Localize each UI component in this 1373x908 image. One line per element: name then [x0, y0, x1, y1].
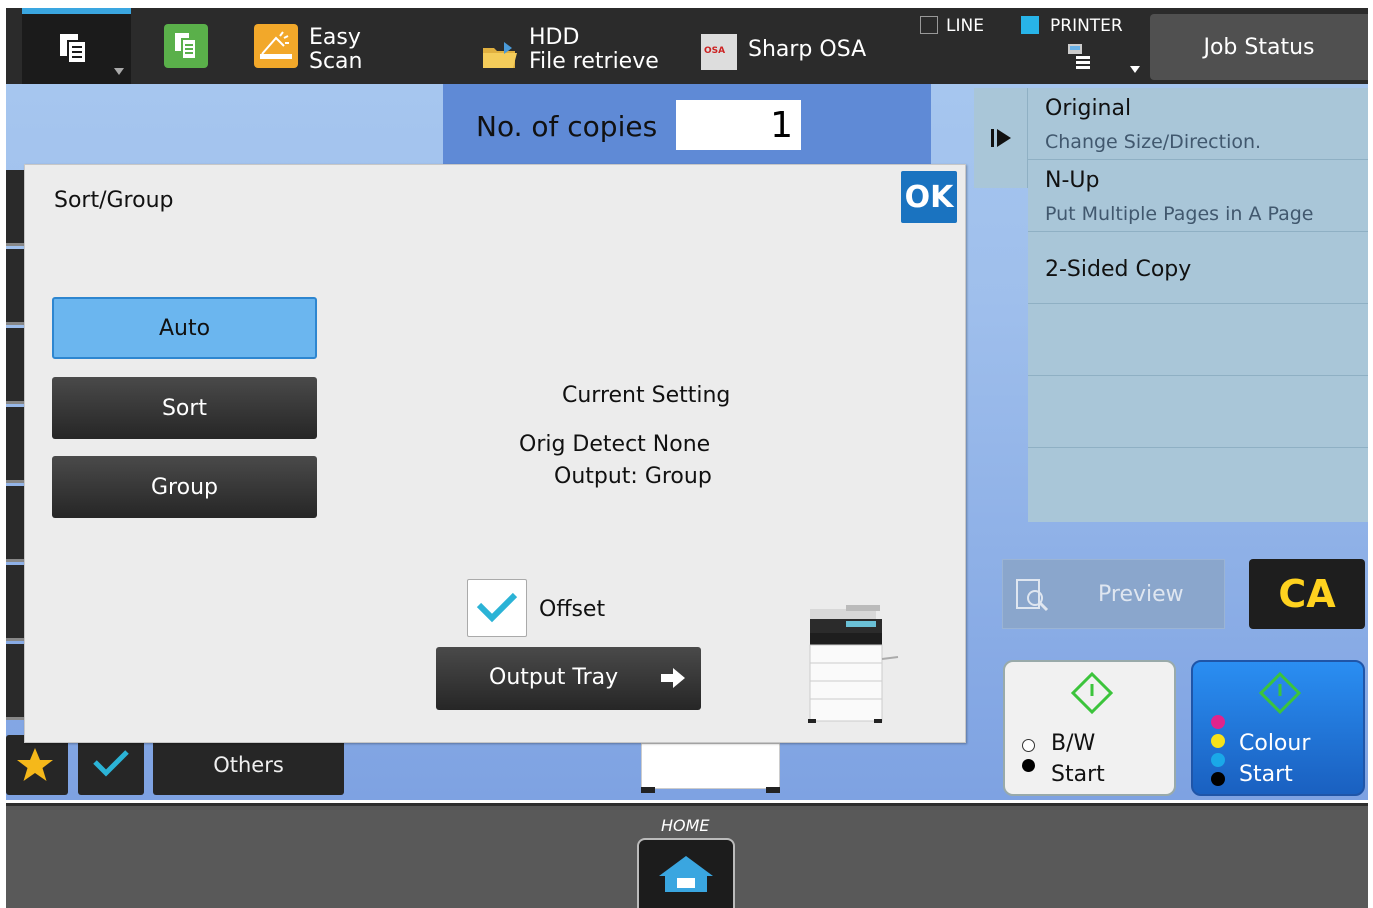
left-edge-tab: [6, 328, 24, 404]
start-diamond-icon: [1259, 672, 1301, 714]
folder-icon: [483, 42, 517, 68]
copy-shortcut-button[interactable]: [164, 24, 208, 68]
copy-icon: [60, 34, 87, 64]
left-edge-tab: [6, 249, 24, 325]
expand-panel-button[interactable]: [974, 88, 1028, 188]
function-item-empty: [1028, 376, 1368, 448]
dialog-title: Sort/Group: [54, 188, 174, 213]
dropdown-arrow-icon: [114, 68, 124, 75]
machine-base-image: [641, 743, 780, 789]
bw-start-button[interactable]: B/W Start: [1003, 660, 1176, 796]
sharp-osa-button[interactable]: Sharp OSA: [748, 38, 866, 62]
left-edge-tab: [6, 486, 24, 562]
arrow-right-icon: [661, 668, 685, 688]
function-item-empty: [1028, 448, 1368, 522]
printer-label: PRINTER: [1050, 16, 1123, 36]
machine-foot: [641, 787, 655, 793]
yellow-dot: [1211, 734, 1225, 748]
copies-label: No. of copies: [476, 110, 658, 143]
left-edge-tab: [6, 565, 24, 641]
easy-scan-button[interactable]: [254, 24, 298, 68]
output-tray-button[interactable]: Output Tray: [436, 647, 701, 710]
easy-scan-label[interactable]: Easy Scan: [309, 26, 363, 74]
home-icon: [659, 856, 713, 892]
magenta-dot: [1211, 715, 1225, 729]
checkmark-icon: [93, 750, 129, 777]
line-label: LINE: [946, 16, 984, 36]
function-item-n-up[interactable]: N-Up Put Multiple Pages in A Page: [1028, 160, 1368, 232]
offset-checkbox[interactable]: [467, 579, 527, 637]
check-button[interactable]: [78, 735, 144, 795]
favorite-button[interactable]: [6, 735, 68, 795]
hdd-file-retrieve-button[interactable]: HDD File retrieve: [529, 26, 659, 74]
black-dot: [1211, 772, 1225, 786]
others-button[interactable]: Others: [153, 735, 344, 795]
offset-label: Offset: [539, 597, 606, 622]
function-item-2-sided-copy[interactable]: 2-Sided Copy: [1028, 232, 1368, 304]
bw-dot-empty: [1022, 739, 1035, 752]
star-icon: [17, 748, 53, 781]
job-status-button[interactable]: Job Status: [1150, 14, 1368, 80]
dropdown-arrow-icon: [1130, 66, 1140, 73]
home-button[interactable]: [637, 838, 735, 908]
copy-doc-icon: [175, 33, 197, 60]
orig-detect-value: Orig Detect None: [519, 432, 711, 457]
sort-option-button[interactable]: Sort: [52, 377, 317, 439]
output-value: Output: Group: [554, 464, 712, 489]
bw-start-label: B/W Start: [1051, 731, 1105, 787]
preview-button[interactable]: Preview: [1002, 559, 1225, 629]
left-edge-tab: [6, 170, 24, 246]
group-option-button[interactable]: Group: [52, 456, 317, 518]
colour-start-label: Colour Start: [1239, 731, 1311, 787]
current-setting-label: Current Setting: [562, 383, 731, 408]
copy-mode-tab[interactable]: [22, 8, 131, 84]
function-item-title: Original: [1045, 96, 1132, 121]
bw-dot-black: [1022, 759, 1035, 772]
ok-button[interactable]: OK: [901, 171, 957, 223]
printer-indicator-box: [1021, 16, 1039, 34]
function-item-empty: [1028, 304, 1368, 376]
printer-machine-illustration: [808, 605, 899, 723]
printer-queue-icon[interactable]: [1066, 42, 1096, 72]
copies-input[interactable]: 1: [676, 100, 801, 150]
line-indicator-box: [920, 16, 938, 34]
function-item-original[interactable]: Original Change Size/Direction.: [1028, 88, 1368, 160]
function-item-subtitle: Change Size/Direction.: [1045, 131, 1262, 153]
clear-all-button[interactable]: CA: [1249, 559, 1365, 629]
play-arrow-icon: [990, 129, 1011, 147]
checkmark-icon: [476, 592, 518, 623]
start-diamond-icon: [1071, 672, 1113, 714]
scan-icon: [260, 31, 292, 59]
colour-start-button[interactable]: Colour Start: [1191, 660, 1365, 796]
output-tray-label: Output Tray: [489, 665, 619, 690]
sharp-osa-icon: OSA: [701, 34, 737, 70]
auto-option-button[interactable]: Auto: [52, 297, 317, 359]
machine-foot: [766, 787, 780, 793]
function-item-title: 2-Sided Copy: [1045, 257, 1192, 282]
cyan-dot: [1211, 753, 1225, 767]
left-edge-tab: [6, 644, 24, 720]
function-item-subtitle: Put Multiple Pages in A Page: [1045, 203, 1314, 225]
left-edge-tab: [6, 407, 24, 483]
preview-magnifier-icon: [1016, 579, 1049, 612]
preview-label: Preview: [1098, 582, 1184, 607]
function-list: Original Change Size/Direction. N-Up Put…: [1028, 88, 1368, 522]
home-label: HOME: [661, 816, 710, 835]
function-item-title: N-Up: [1045, 168, 1100, 193]
